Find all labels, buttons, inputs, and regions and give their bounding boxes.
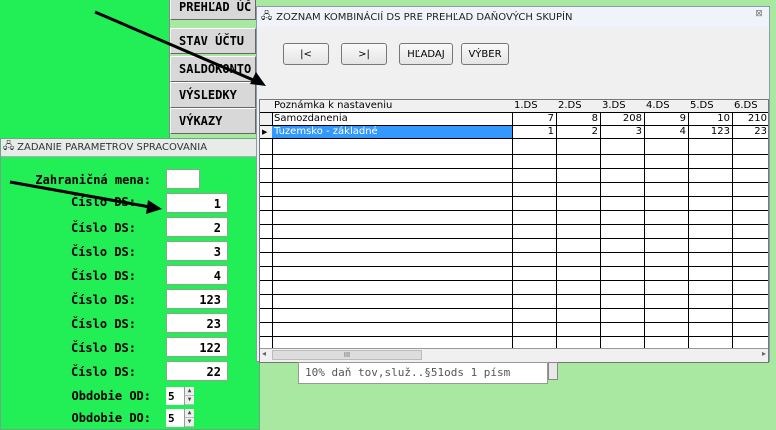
annotation-arrows <box>9 10 266 214</box>
